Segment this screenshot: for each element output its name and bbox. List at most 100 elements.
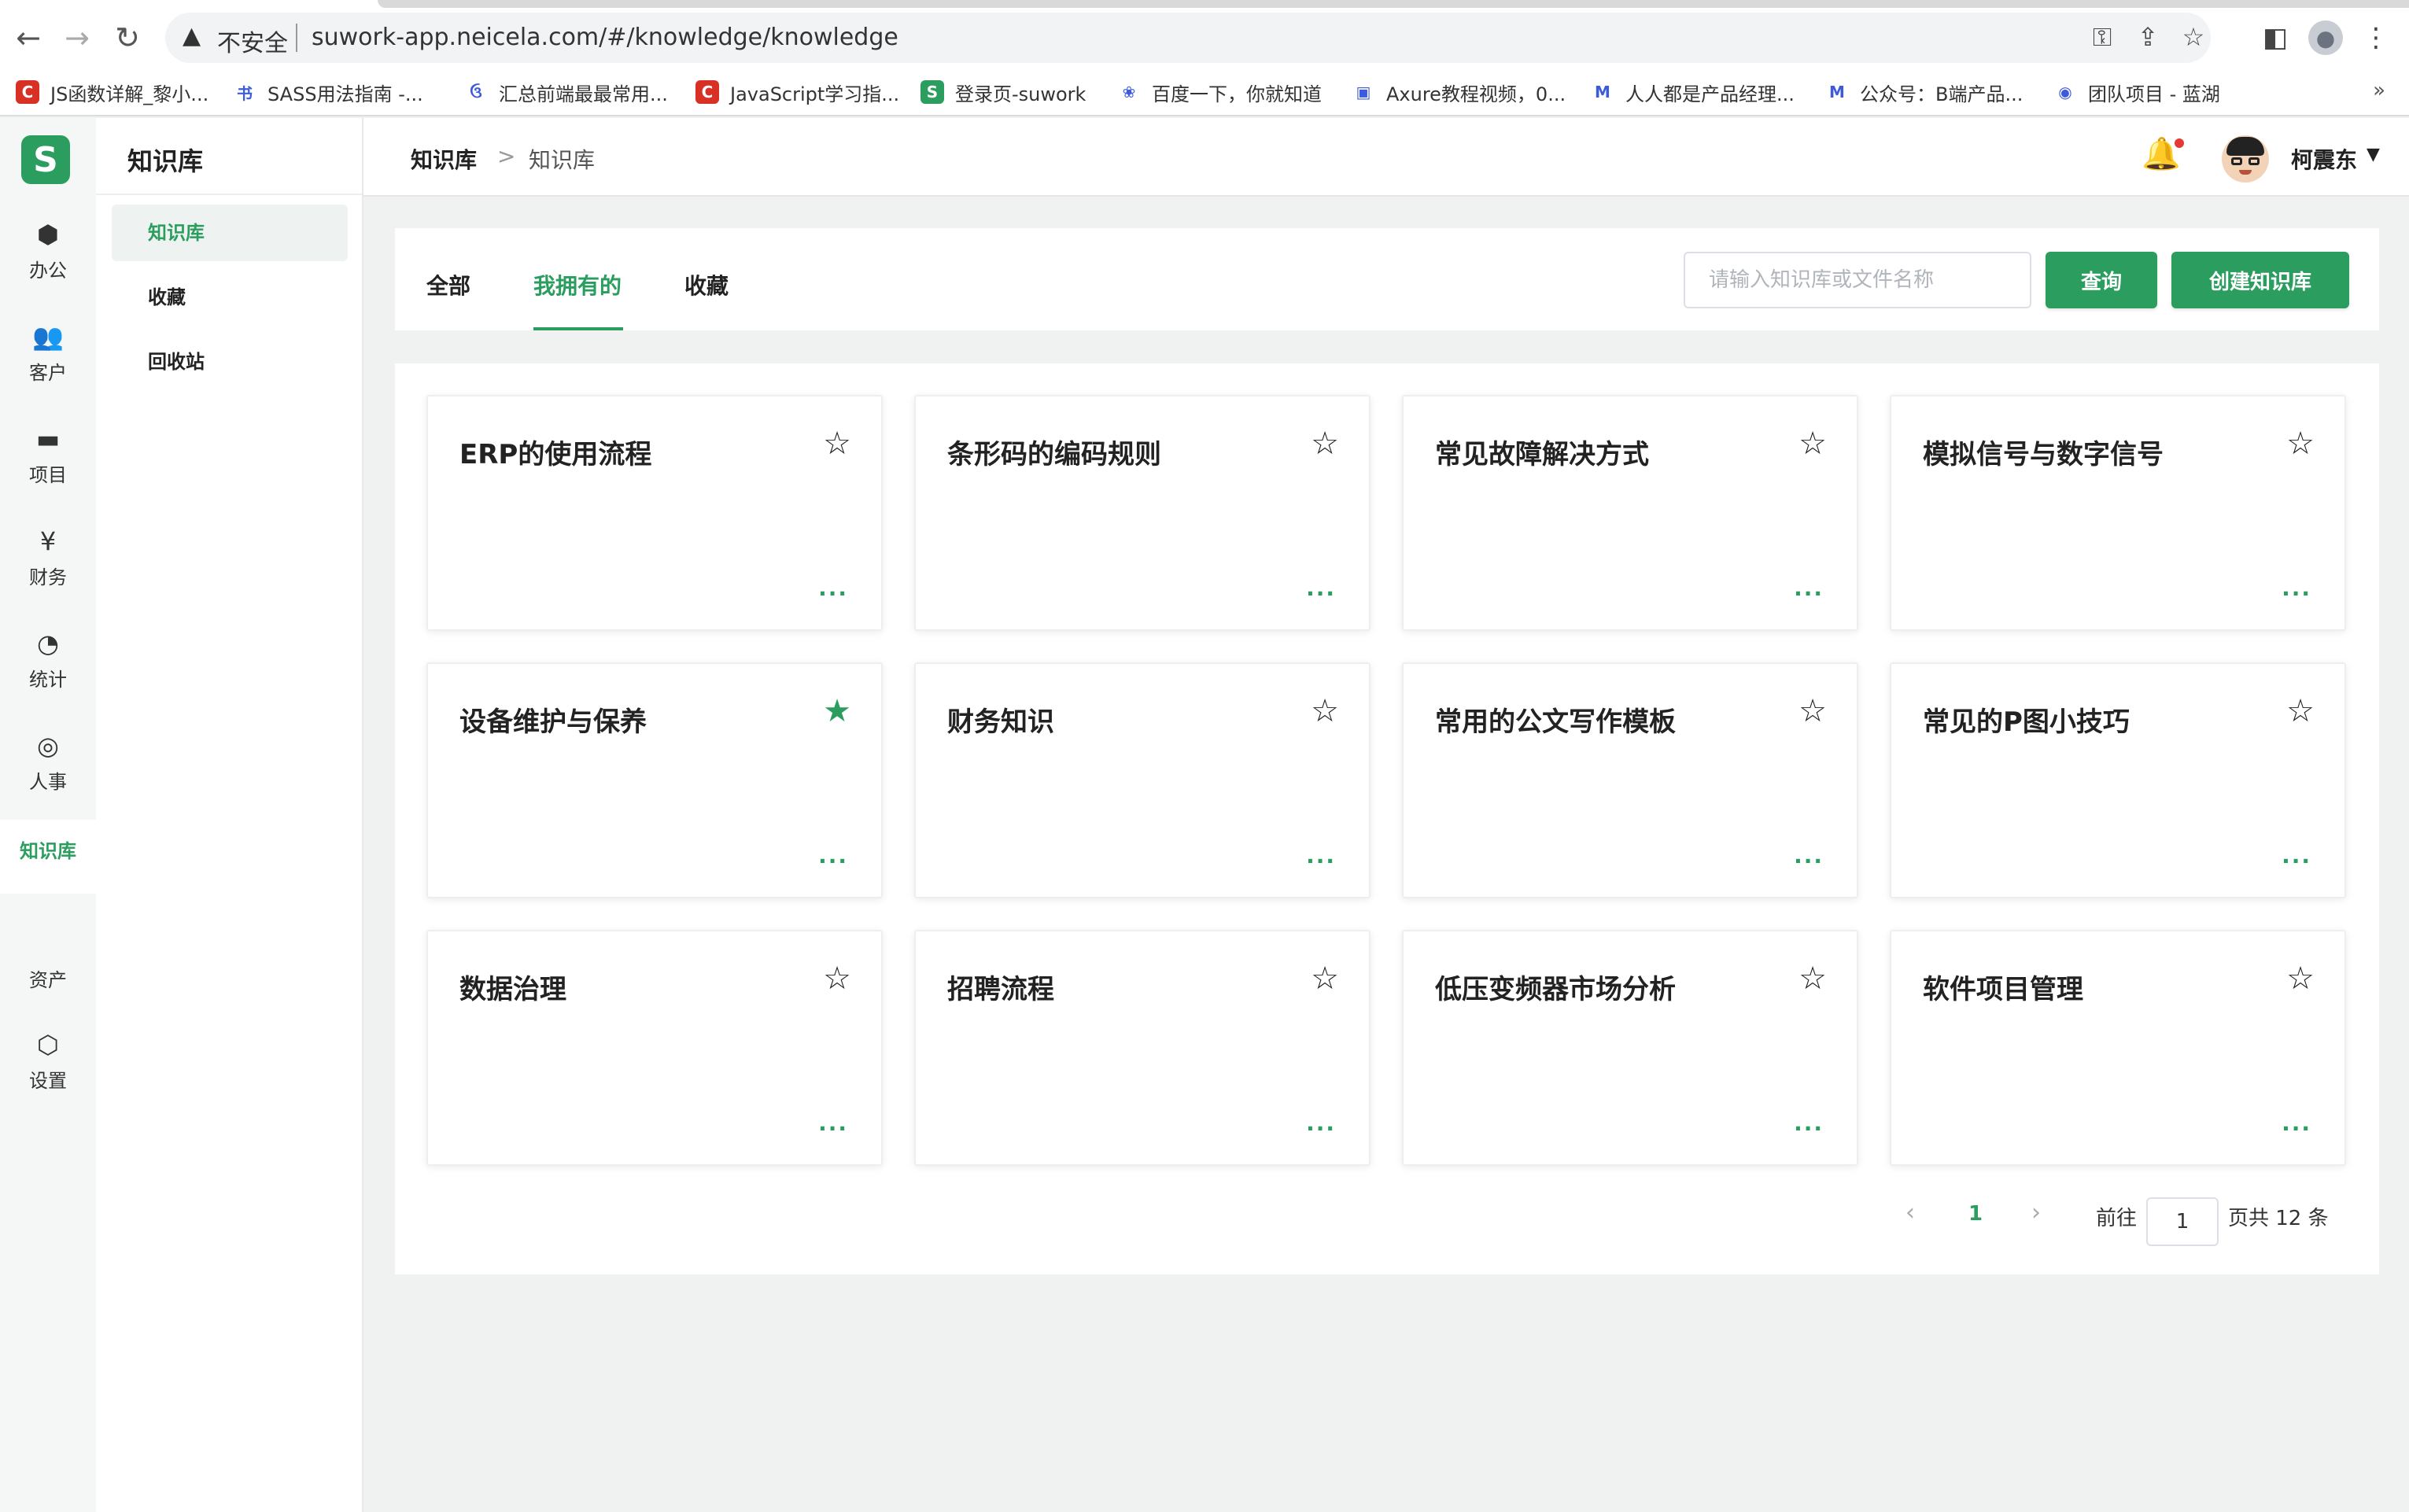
tab-strip xyxy=(378,0,2409,8)
caret-down-icon[interactable]: ▼ xyxy=(2367,145,2380,164)
rail-item-finance[interactable]: ¥ 财务 xyxy=(0,526,96,589)
tab-favorites[interactable]: 收藏 xyxy=(684,269,729,301)
knowledge-card[interactable]: 数据治理 ☆... xyxy=(426,930,883,1166)
reload-icon[interactable]: ↻ xyxy=(107,17,148,58)
user-avatar[interactable] xyxy=(2222,135,2269,183)
bookmarks-overflow-icon[interactable]: » xyxy=(2373,79,2385,102)
star-filled-icon[interactable]: ★ xyxy=(823,695,851,727)
more-options-icon[interactable]: ... xyxy=(1306,1110,1336,1136)
star-outline-icon[interactable]: ☆ xyxy=(1311,428,1339,459)
rail-item-settings[interactable]: ⬡ 设置 xyxy=(0,1029,96,1093)
query-button[interactable]: 查询 xyxy=(2046,252,2157,308)
next-page-icon[interactable]: › xyxy=(2031,1199,2041,1226)
star-outline-icon[interactable]: ☆ xyxy=(823,428,851,459)
star-outline-icon[interactable]: ☆ xyxy=(1311,695,1339,727)
bookmark-label: 登录页-suwork xyxy=(955,83,1086,105)
sidebar-item-favorites[interactable]: 收藏 xyxy=(112,269,348,326)
address-bar[interactable]: ▲ 不安全 suwork-app.neicela.com/#/knowledge… xyxy=(165,13,2211,63)
star-outline-icon[interactable]: ☆ xyxy=(1798,963,1827,994)
sidebar-item-knowledge[interactable]: 知识库 xyxy=(112,205,348,261)
side-panel-icon[interactable]: ◧ xyxy=(2255,17,2296,58)
rail-item-projects[interactable]: ▬ 项目 xyxy=(0,423,96,487)
more-options-icon[interactable]: ... xyxy=(818,1110,848,1136)
bookmark-label: SASS用法指南 -... xyxy=(267,83,423,105)
key-icon[interactable]: ⚿ xyxy=(2085,22,2119,53)
user-name[interactable]: 柯震东 xyxy=(2291,143,2357,175)
star-outline-icon[interactable]: ☆ xyxy=(823,963,851,994)
rail-label: 知识库 xyxy=(20,840,76,862)
star-outline-icon[interactable]: ☆ xyxy=(2286,428,2315,459)
rail-item-office[interactable]: ⬢ 办公 xyxy=(0,219,96,282)
page-number-current[interactable]: 1 xyxy=(1968,1202,1983,1226)
sidebar-item-recycle-bin[interactable]: 回收站 xyxy=(112,334,348,390)
share-icon[interactable]: ⇪ xyxy=(2130,22,2165,52)
breadcrumb-root[interactable]: 知识库 xyxy=(411,143,477,175)
more-options-icon[interactable]: ... xyxy=(1306,575,1336,601)
back-arrow-icon[interactable]: ← xyxy=(8,17,49,58)
knowledge-card[interactable]: 招聘流程 ☆... xyxy=(914,930,1371,1166)
url-text[interactable]: suwork-app.neicela.com/#/knowledge/knowl… xyxy=(312,24,898,51)
more-options-icon[interactable]: ... xyxy=(2282,1110,2311,1136)
knowledge-card[interactable]: ERP的使用流程 ☆... xyxy=(426,395,883,631)
more-options-icon[interactable]: ... xyxy=(1794,843,1824,868)
settings-hex-icon: ⬡ xyxy=(37,1030,59,1060)
rail-item-knowledge[interactable]: 知识库 xyxy=(0,820,96,894)
star-outline-icon[interactable]: ☆ xyxy=(1798,428,1827,459)
bookmark-item[interactable]: S 登录页-suwork xyxy=(920,76,1086,109)
create-knowledge-base-button[interactable]: 创建知识库 xyxy=(2171,252,2349,308)
bookmark-item[interactable]: M 人人都是产品经理... xyxy=(1591,76,1795,109)
breadcrumb-current: 知识库 xyxy=(529,147,596,173)
more-options-icon[interactable]: ... xyxy=(1306,843,1336,868)
bookmark-item[interactable]: C JavaScript学习指... xyxy=(695,76,899,109)
knowledge-card[interactable]: 软件项目管理 ☆... xyxy=(1890,930,2346,1166)
tab-owned[interactable]: 我拥有的 xyxy=(533,269,622,301)
more-options-icon[interactable]: ... xyxy=(1794,1110,1824,1136)
star-outline-icon[interactable]: ☆ xyxy=(1311,963,1339,994)
page-jump-input[interactable] xyxy=(2146,1197,2219,1246)
knowledge-card[interactable]: 常见故障解决方式 ☆... xyxy=(1402,395,1858,631)
star-outline-icon[interactable]: ☆ xyxy=(2286,695,2315,727)
rail-item-hr[interactable]: ◎ 人事 xyxy=(0,730,96,794)
bookmark-star-icon[interactable]: ☆ xyxy=(2176,22,2211,52)
warning-triangle-icon[interactable]: ▲ xyxy=(183,22,201,50)
knowledge-card[interactable]: 低压变频器市场分析 ☆... xyxy=(1402,930,1858,1166)
insecure-label[interactable]: 不安全 xyxy=(217,24,288,58)
bookmark-item[interactable]: C JS函数详解_黎小... xyxy=(16,76,208,109)
more-options-icon[interactable]: ... xyxy=(818,575,848,601)
forward-arrow-icon[interactable]: → xyxy=(57,17,98,58)
bilibili-tv-icon: ▣ xyxy=(1352,80,1375,104)
more-options-icon[interactable]: ... xyxy=(818,843,848,868)
bookmark-item[interactable]: ❀ 百度一下，你就知道 xyxy=(1117,76,1322,109)
bookmark-item[interactable]: ▣ Axure教程视频，0... xyxy=(1352,76,1566,109)
card-title: 常见的P图小技巧 xyxy=(1923,706,2130,738)
browser-chrome: ← → ↻ ▲ 不安全 suwork-app.neicela.com/#/kno… xyxy=(0,0,2409,116)
bookmark-item[interactable]: ઉ 汇总前端最最常用... xyxy=(464,76,668,109)
bookmark-item[interactable]: 书 SASS用法指南 -... xyxy=(233,76,423,109)
prev-page-icon[interactable]: ‹ xyxy=(1905,1199,1915,1226)
suwork-logo[interactable]: S xyxy=(21,135,70,184)
more-options-icon[interactable]: ... xyxy=(1794,575,1824,601)
rail-item-assets[interactable]: 资产 xyxy=(0,928,96,992)
search-input[interactable] xyxy=(1684,252,2031,308)
knowledge-card[interactable]: 常用的公文写作模板 ☆... xyxy=(1402,662,1858,898)
rail-item-customers[interactable]: 👥 客户 xyxy=(0,321,96,385)
bookmark-label: 公众号：B端产品... xyxy=(1860,83,2023,105)
bookmark-item[interactable]: M 公众号：B端产品... xyxy=(1825,76,2023,109)
star-outline-icon[interactable]: ☆ xyxy=(1798,695,1827,727)
more-options-icon[interactable]: ... xyxy=(2282,843,2311,868)
rail-item-statistics[interactable]: ◔ 统计 xyxy=(0,628,96,691)
bookmark-item[interactable]: ◉ 团队项目 - 蓝湖 xyxy=(2053,76,2220,109)
knowledge-card[interactable]: 模拟信号与数字信号 ☆... xyxy=(1890,395,2346,631)
knowledge-card[interactable]: 条形码的编码规则 ☆... xyxy=(914,395,1371,631)
knowledge-card[interactable]: 设备维护与保养 ★... xyxy=(426,662,883,898)
tab-all[interactable]: 全部 xyxy=(426,269,470,301)
folder-icon: ▬ xyxy=(35,424,61,454)
more-options-icon[interactable]: ... xyxy=(2282,575,2311,601)
top-header: 知识库 > 知识库 🔔 柯震东 ▼ xyxy=(363,118,2409,197)
knowledge-card[interactable]: 财务知识 ☆... xyxy=(914,662,1371,898)
rail-label: 人事 xyxy=(29,771,67,793)
star-outline-icon[interactable]: ☆ xyxy=(2286,963,2315,994)
knowledge-card[interactable]: 常见的P图小技巧 ☆... xyxy=(1890,662,2346,898)
kebab-menu-icon[interactable]: ⋮ xyxy=(2356,17,2396,58)
profile-avatar[interactable]: ● xyxy=(2305,17,2346,58)
